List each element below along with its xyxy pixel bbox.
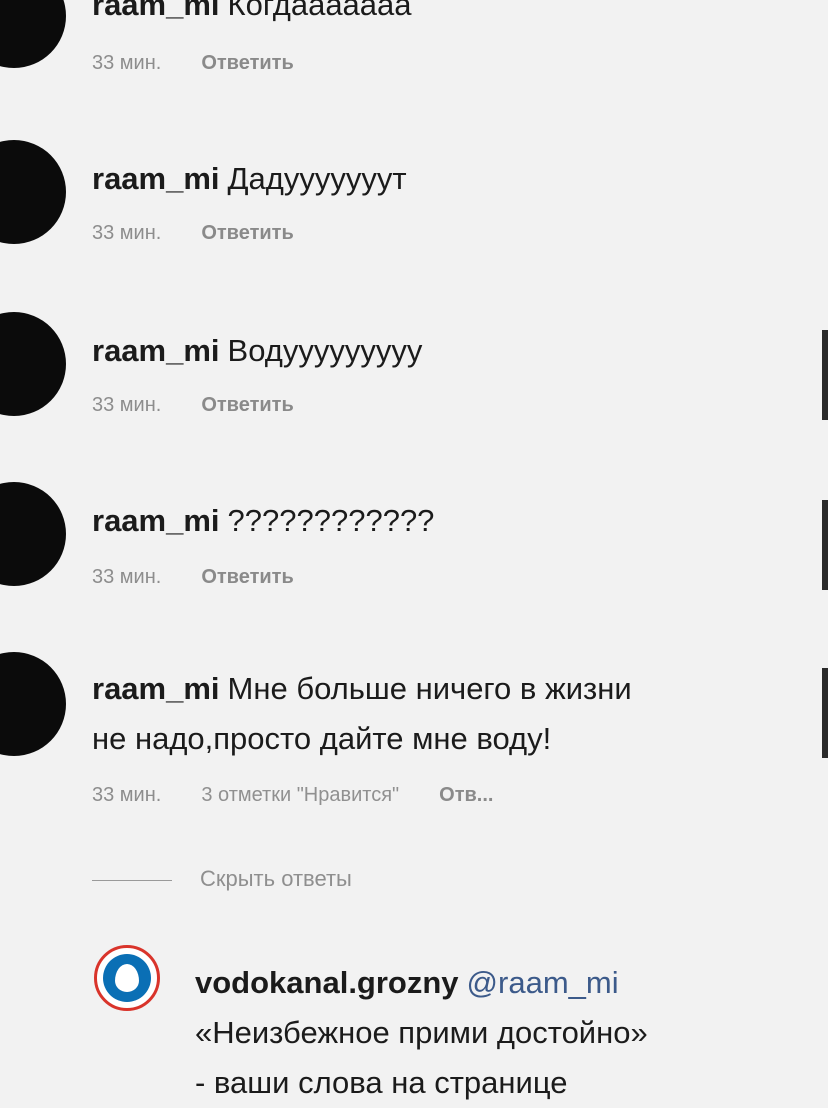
edge-bar — [822, 500, 828, 590]
comment-time: 33 мин. — [92, 566, 162, 588]
reply-line1: vodokanal.grozny @raam_mi — [195, 958, 648, 1008]
water-drop-icon — [103, 954, 151, 1002]
comment-time: 33 мин. — [92, 222, 162, 244]
reply-mention[interactable]: @raam_mi — [467, 965, 619, 1000]
likes-count[interactable]: 3 отметки "Нравится" — [201, 784, 399, 806]
comment-username[interactable]: raam_mi — [92, 333, 220, 368]
comment-meta: 33 мин. Ответить — [92, 222, 334, 245]
comment-text: raam_mi Мне больше ничего в жизни — [92, 668, 632, 710]
comment-meta: 33 мин. Ответить — [92, 394, 334, 417]
comment-body-line1: Мне больше ничего в жизни — [227, 671, 632, 706]
reply-button[interactable]: Ответить — [201, 394, 293, 416]
comment-time: 33 мин. — [92, 784, 162, 806]
reply-line2: «Неизбежное прими достойно» — [195, 1015, 648, 1050]
edge-bar — [822, 668, 828, 758]
reply-comment: vodokanal.grozny @raam_mi «Неизбежное при… — [195, 958, 648, 1108]
reply-username[interactable]: vodokanal.grozny — [195, 965, 459, 1000]
comment-username[interactable]: raam_mi — [92, 161, 220, 196]
comment-username[interactable]: raam_mi — [92, 503, 220, 538]
comment-time: 33 мин. — [92, 52, 162, 74]
comment-meta: 33 мин. Ответить — [92, 52, 334, 75]
avatar[interactable] — [0, 140, 66, 244]
reply-button[interactable]: Ответить — [201, 52, 293, 74]
comment-body: Дадууууууут — [227, 161, 407, 196]
comment-text: raam_mi Дадууууууут — [92, 158, 407, 200]
comment-body: ???????????? — [227, 503, 435, 538]
edge-bar — [822, 330, 828, 420]
comment-body: Водууууууууу — [227, 333, 423, 368]
reply-button[interactable]: Отв... — [439, 784, 493, 806]
hide-replies-button[interactable]: Скрыть ответы — [200, 866, 352, 892]
comment-body: Когдааааааа — [227, 0, 412, 22]
reply-button[interactable]: Ответить — [201, 566, 293, 588]
avatar[interactable] — [0, 482, 66, 586]
comment-username[interactable]: raam_mi — [92, 0, 220, 22]
vodokanal-logo-avatar[interactable] — [94, 945, 160, 1011]
comment-username[interactable]: raam_mi — [92, 671, 220, 706]
avatar[interactable] — [0, 312, 66, 416]
comment-text: raam_mi Когдааааааа — [92, 0, 412, 26]
comment-text: raam_mi???????????? — [92, 500, 434, 542]
comment-time: 33 мин. — [92, 394, 162, 416]
comment-meta: 33 мин. 3 отметки "Нравится" Отв... — [92, 784, 533, 807]
comment-meta: 33 мин. Ответить — [92, 566, 334, 589]
avatar[interactable] — [0, 652, 66, 756]
comment-body-line2: не надо,просто дайте мне воду! — [92, 721, 552, 756]
comment-text: raam_mi Водууууууууу — [92, 330, 422, 372]
reply-button[interactable]: Ответить — [201, 222, 293, 244]
reply-line3: - ваши слова на странице — [195, 1065, 568, 1100]
drop-shape — [115, 964, 139, 992]
hide-replies-line — [92, 880, 172, 881]
avatar[interactable] — [0, 0, 66, 68]
